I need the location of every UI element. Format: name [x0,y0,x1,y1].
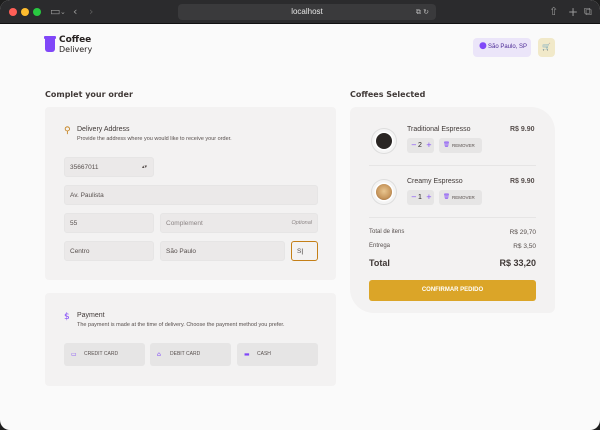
debit-card-label: DEBIT CARD [170,351,201,357]
zoom-window-button[interactable] [33,8,41,16]
street-value: Av. Paulista [70,192,104,199]
items-total-value: R$ 29,70 [509,229,536,236]
credit-card-option[interactable]: ▭ CREDIT CARD [64,343,145,366]
trash-icon: 🗑 [443,194,450,200]
item-name: Creamy Espresso [407,178,463,185]
logo-line2: Delivery [59,45,93,54]
minus-icon[interactable]: − [411,190,417,205]
browser-window: ▭ ⌄ ‹ › localhost ⧉ ↻ ⇧ + ⧉ Coffee Deliv… [0,0,600,430]
logo[interactable]: Coffee Delivery [59,35,93,55]
address-bar[interactable]: localhost ⧉ ↻ [178,4,436,20]
items-total-label: Total de itens [369,229,405,235]
money-icon: ▬ [244,351,250,358]
quantity-stepper[interactable]: − 2 + [407,138,434,153]
credit-card-icon: ▭ [71,351,77,358]
browser-titlebar: ▭ ⌄ ‹ › localhost ⧉ ↻ ⇧ + ⧉ [0,0,600,24]
map-pin-outline-icon: ⚲ [64,126,71,136]
logo-cup-icon [44,36,56,52]
cep-input[interactable]: 35667011 ▴▾ [64,157,154,177]
dollar-icon: $ [64,312,70,322]
share-icon[interactable]: ⇧ [549,4,558,20]
sidebar-toggle-icon[interactable]: ▭ [50,4,60,20]
bank-icon: ⌂ [157,351,161,358]
neighborhood-input[interactable]: Centro [64,241,154,261]
map-pin-icon: ● [479,41,487,51]
quantity-value: 1 [418,194,422,201]
back-arrow-icon[interactable]: ‹ [73,4,77,20]
plus-icon[interactable]: + [426,190,432,205]
chevron-down-icon[interactable]: ⌄ [60,4,66,20]
payment-title: Payment [77,312,105,319]
cep-value: 35667011 [70,164,99,171]
remove-label: REMOVER [452,195,475,200]
url-text: localhost [291,7,323,16]
order-section-title: Complet your order [45,90,133,99]
city-input[interactable]: São Paulo [160,241,285,261]
tab-overview-icon[interactable]: ⧉ [584,4,592,20]
address-card-subtitle: Provide the address where you would like… [77,136,232,142]
optional-label: Optional [291,220,313,226]
remove-button[interactable]: 🗑 REMOVER [439,138,482,153]
credit-card-label: CREDIT CARD [84,351,119,357]
cash-label: CASH [257,351,271,357]
traditional-espresso-image [372,129,396,153]
new-tab-icon[interactable]: + [568,4,578,20]
logo-line1: Coffee [59,35,92,45]
quantity-value: 2 [418,142,422,149]
cart-button[interactable]: 🛒 [538,38,555,57]
plus-icon[interactable]: + [426,138,432,153]
state-input[interactable]: S| [291,241,318,261]
cash-option[interactable]: ▬ CASH [237,343,318,366]
remove-button[interactable]: 🗑 REMOVER [439,190,482,205]
complement-input[interactable]: Complement Optional [160,213,318,233]
stepper-icon[interactable]: ▴▾ [142,158,147,177]
address-card-title: Delivery Address [77,126,130,133]
confirm-order-button[interactable]: CONFIRMAR PEDIDO [369,280,536,301]
coffees-section-title: Coffees Selected [350,90,426,99]
item-price: R$ 9.90 [510,178,535,185]
delivery-label: Entrega [369,243,391,249]
reload-icon[interactable]: ⧉ ↻ [416,4,429,20]
remove-label: REMOVER [452,143,475,148]
quantity-stepper[interactable]: − 1 + [407,190,434,205]
item-divider [369,165,536,166]
complement-placeholder: Complement [166,220,203,227]
payment-subtitle: The payment is made at the time of deliv… [77,322,285,328]
total-label: Total [369,258,390,268]
item-price: R$ 9.90 [510,126,535,133]
creamy-espresso-image [372,180,396,204]
debit-card-option[interactable]: ⌂ DEBIT CARD [150,343,231,366]
number-input[interactable]: 55 [64,213,154,233]
item-name: Traditional Espresso [407,126,471,133]
minus-icon[interactable]: − [411,138,417,153]
item-divider [369,217,536,218]
number-value: 55 [70,220,78,227]
city-value: São Paulo [166,248,196,255]
location-text: São Paulo, SP [488,44,528,50]
total-value: R$ 33,20 [499,258,536,268]
payment-card [45,293,336,386]
trash-icon: 🗑 [443,142,450,148]
forward-arrow-icon[interactable]: › [89,4,93,20]
shopping-cart-icon: 🛒 [542,43,551,51]
neighborhood-value: Centro [70,248,90,255]
location-badge[interactable]: ● São Paulo, SP [473,38,531,57]
delivery-value: R$ 3,50 [513,243,536,250]
street-input[interactable]: Av. Paulista [64,185,318,205]
close-window-button[interactable] [9,8,17,16]
minimize-window-button[interactable] [21,8,29,16]
